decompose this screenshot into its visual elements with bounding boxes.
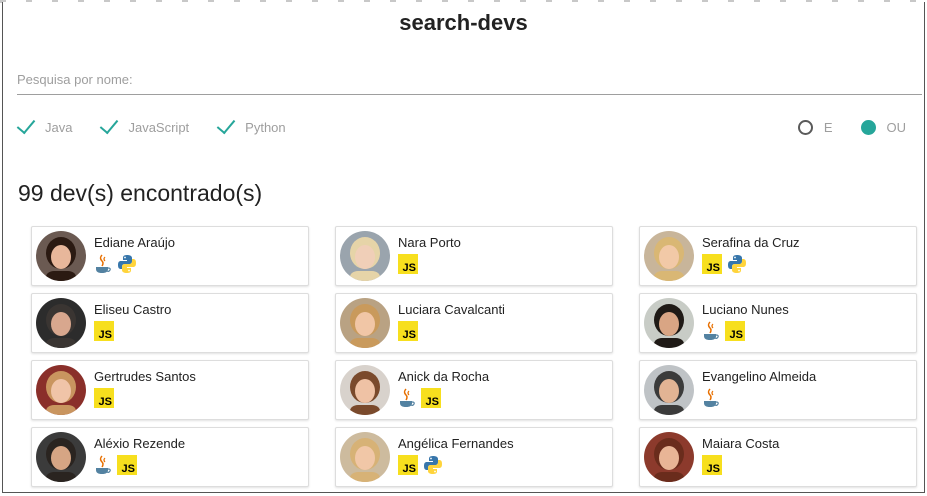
python-icon [727, 254, 747, 274]
dev-name: Eliseu Castro [94, 302, 172, 317]
radio-or[interactable]: OU [860, 119, 907, 135]
dev-name: Angélica Fernandes [398, 436, 514, 451]
tech-icons [702, 387, 725, 409]
filter-label: Python [245, 119, 286, 135]
filter-java[interactable]: Java [15, 114, 73, 135]
radio-on-icon [860, 119, 876, 135]
dev-card[interactable]: Angélica Fernandes JS [335, 427, 613, 487]
dev-name: Anick da Rocha [398, 369, 490, 384]
dev-card[interactable]: Evangelino Almeida [639, 360, 917, 420]
radio-label: E [823, 119, 833, 135]
dev-card[interactable]: Luciano Nunes JS [639, 293, 917, 353]
tech-icons: JS [398, 387, 446, 409]
java-icon [398, 387, 416, 409]
javascript-icon: JS [725, 321, 745, 341]
tech-icons: JS [94, 387, 119, 409]
radio-and[interactable]: E [797, 119, 833, 135]
javascript-icon: JS [398, 254, 418, 274]
avatar [36, 432, 86, 482]
avatar [340, 365, 390, 415]
filter-python[interactable]: Python [215, 114, 286, 135]
dev-card[interactable]: Gertrudes Santos JS [31, 360, 309, 420]
avatar [644, 432, 694, 482]
avatar [340, 298, 390, 348]
avatar [644, 298, 694, 348]
tech-icons: JS [398, 454, 448, 476]
dev-card[interactable]: Ediane Araújo [31, 226, 309, 286]
dev-name: Luciano Nunes [702, 302, 789, 317]
language-filters: Java JavaScript Python [15, 114, 312, 138]
avatar [644, 231, 694, 281]
tech-icons: JS [398, 320, 423, 342]
java-icon [702, 320, 720, 342]
avatar [644, 365, 694, 415]
dev-card[interactable]: Serafina da Cruz JS [639, 226, 917, 286]
dev-card[interactable]: Anick da Rocha JS [335, 360, 613, 420]
tech-icons: JS [398, 253, 423, 275]
tech-icons: JS [702, 253, 752, 275]
tech-icons: JS [702, 454, 727, 476]
radio-off-icon [797, 119, 813, 135]
javascript-icon: JS [702, 254, 722, 274]
page-title: search-devs [399, 10, 528, 35]
java-icon [702, 387, 720, 409]
javascript-icon: JS [702, 455, 722, 475]
tech-icons: JS [702, 320, 750, 342]
dev-name: Luciara Cavalcanti [398, 302, 505, 317]
dev-name: Evangelino Almeida [702, 369, 817, 384]
avatar [36, 365, 86, 415]
python-icon [423, 455, 443, 475]
dev-name: Serafina da Cruz [702, 235, 800, 250]
javascript-icon: JS [398, 455, 418, 475]
radio-label: OU [886, 119, 907, 135]
results-count: 99 dev(s) encontrado(s) [18, 180, 263, 206]
python-icon [117, 254, 137, 274]
javascript-icon: JS [117, 455, 137, 475]
javascript-icon: JS [94, 388, 114, 408]
avatar [340, 432, 390, 482]
checkmark-icon [16, 114, 36, 134]
java-icon [94, 253, 112, 275]
checkmark-icon [100, 114, 119, 134]
dev-card[interactable]: Eliseu Castro JS [31, 293, 309, 353]
dev-card[interactable]: Luciara Cavalcanti JS [335, 293, 613, 353]
dev-card[interactable]: Nara Porto JS [335, 226, 613, 286]
dev-name: Nara Porto [398, 235, 461, 250]
javascript-icon: JS [398, 321, 418, 341]
dev-name: Maiara Costa [702, 436, 780, 451]
filter-label: Java [45, 119, 73, 135]
avatar [36, 231, 86, 281]
search-input[interactable] [17, 64, 922, 95]
javascript-icon: JS [421, 388, 441, 408]
dev-card[interactable]: Maiara Costa JS [639, 427, 917, 487]
checkmark-icon [216, 114, 236, 134]
javascript-icon: JS [94, 321, 114, 341]
app-window: search-devs Java JavaScript Python E OU … [2, 2, 925, 493]
filter-javascript[interactable]: JavaScript [98, 114, 190, 135]
tech-icons: JS [94, 320, 119, 342]
dev-name: Ediane Araújo [94, 235, 175, 250]
dev-name: Gertrudes Santos [94, 369, 196, 384]
tech-icons [94, 253, 142, 275]
avatar [340, 231, 390, 281]
java-icon [94, 454, 112, 476]
filter-mode-radios: E OU [770, 116, 906, 138]
filter-label: JavaScript [128, 119, 190, 135]
tech-icons: JS [94, 454, 142, 476]
dev-card[interactable]: Aléxio Rezende JS [31, 427, 309, 487]
dev-name: Aléxio Rezende [94, 436, 186, 451]
avatar [36, 298, 86, 348]
